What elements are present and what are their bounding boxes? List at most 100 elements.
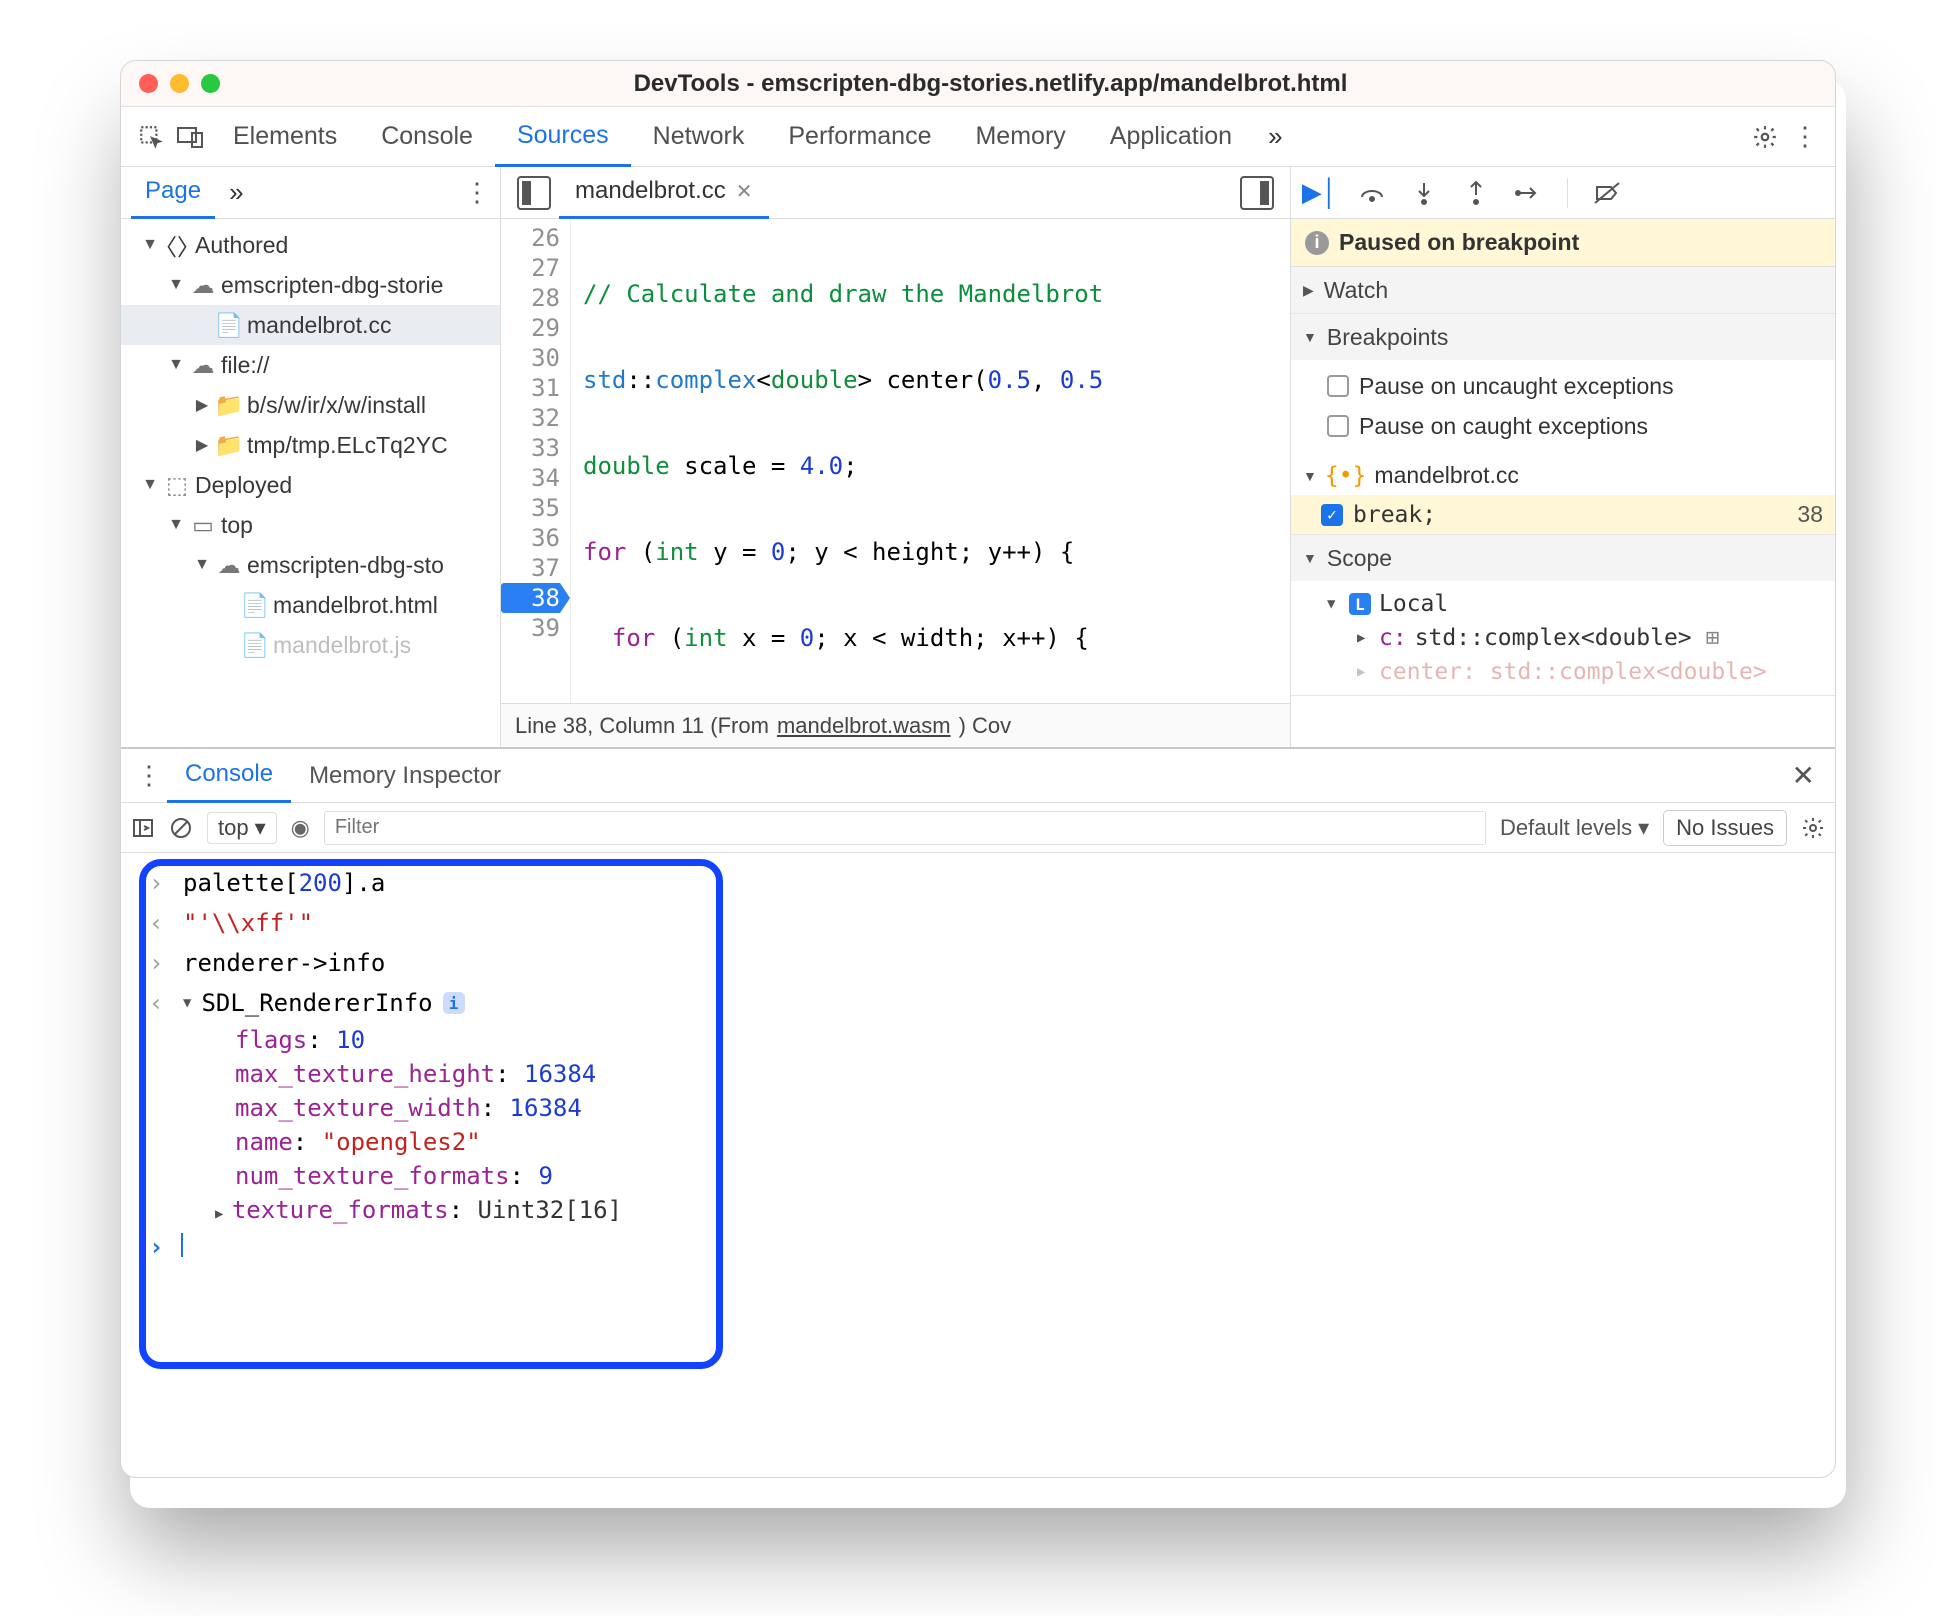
source-map-link[interactable]: mandelbrot.wasm	[777, 713, 951, 739]
tab-memory[interactable]: Memory	[953, 107, 1087, 167]
object-property[interactable]: name: "opengles2"	[235, 1125, 1835, 1159]
tree-group-deployed[interactable]: ▼⬚Deployed	[121, 465, 500, 505]
output-caret-icon: ‹	[149, 909, 169, 937]
object-property[interactable]: num_texture_formats: 9	[235, 1159, 1835, 1193]
step-into-icon[interactable]	[1407, 176, 1441, 210]
tabs-overflow-icon[interactable]: »	[1254, 121, 1296, 152]
pause-caught-checkbox[interactable]: Pause on caught exceptions	[1327, 406, 1823, 446]
pause-uncaught-checkbox[interactable]: Pause on uncaught exceptions	[1327, 366, 1823, 406]
console-filter-input[interactable]	[324, 811, 1486, 845]
toggle-debugger-icon[interactable]	[1240, 176, 1274, 210]
close-window-button[interactable]	[139, 74, 158, 93]
object-property[interactable]: max_texture_height: 16384	[235, 1057, 1835, 1091]
tree-group-authored[interactable]: ▼〈〉Authored	[121, 225, 500, 265]
breakpoint-checkbox[interactable]: ✓	[1321, 504, 1343, 526]
editor: mandelbrot.cc✕ 2627282930313233343536373…	[501, 167, 1291, 747]
close-icon[interactable]: ✕	[736, 179, 753, 204]
console-input-row: › renderer->info	[145, 943, 1835, 983]
console-prompt[interactable]: ›	[145, 1227, 1835, 1267]
inspect-icon[interactable]	[131, 117, 171, 157]
tab-console[interactable]: Console	[359, 107, 495, 167]
tree-domain[interactable]: ▼☁︎emscripten-dbg-storie	[121, 265, 500, 305]
navigator-header: Page » ⋮	[121, 167, 500, 219]
console-input: renderer->info	[183, 949, 385, 977]
scope-variable[interactable]: ▶c: std::complex<double>⊞	[1303, 621, 1823, 655]
nav-overflow-icon[interactable]: »	[215, 177, 257, 208]
drawer-tab-console[interactable]: Console	[167, 749, 291, 803]
gutter[interactable]: 2627282930313233343536373839	[501, 219, 571, 703]
debugger-toolbar: ▶│	[1291, 167, 1835, 219]
section-header[interactable]: ▼Breakpoints	[1291, 314, 1835, 360]
navigator: Page » ⋮ ▼〈〉Authored ▼☁︎emscripten-dbg-s…	[121, 167, 501, 747]
show-console-sidebar-icon[interactable]	[131, 816, 155, 840]
zoom-window-button[interactable]	[201, 74, 220, 93]
editor-tabbar: mandelbrot.cc✕	[501, 167, 1290, 219]
object-properties: flags: 10 max_texture_height: 16384 max_…	[145, 1023, 1835, 1227]
tab-sources[interactable]: Sources	[495, 107, 631, 167]
section-title: Watch	[1324, 277, 1388, 304]
breakpoint-item[interactable]: ✓break;38	[1291, 495, 1835, 534]
tree-file-js[interactable]: 📄mandelbrot.js	[121, 625, 500, 665]
console-output-row: ‹"'\\xff'"	[145, 903, 1835, 943]
kebab-icon[interactable]: ⋮	[464, 177, 490, 208]
tree-file-mandelbrot-cc[interactable]: 📄mandelbrot.cc	[121, 305, 500, 345]
chevron-down-icon: ▾	[1638, 815, 1649, 841]
tree-folder[interactable]: ▶📁tmp/tmp.ELcTq2YC	[121, 425, 500, 465]
tree-frame-top[interactable]: ▼▭top	[121, 505, 500, 545]
tree-folder[interactable]: ▶📁b/s/w/ir/x/w/install	[121, 385, 500, 425]
editor-tab[interactable]: mandelbrot.cc✕	[559, 167, 769, 219]
tab-elements[interactable]: Elements	[211, 107, 359, 167]
step-out-icon[interactable]	[1459, 176, 1493, 210]
tree-label: Authored	[195, 232, 288, 259]
kebab-icon[interactable]: ⋮	[131, 760, 167, 791]
scope-local[interactable]: ▼LLocal	[1303, 587, 1823, 621]
resume-icon[interactable]: ▶│	[1303, 176, 1337, 210]
tree-label: emscripten-dbg-storie	[221, 272, 443, 299]
section-header[interactable]: ▼Scope	[1291, 535, 1835, 581]
local-badge-icon: L	[1349, 593, 1371, 615]
kebab-icon[interactable]: ⋮	[1785, 117, 1825, 157]
tab-network[interactable]: Network	[631, 107, 767, 167]
toggle-navigator-icon[interactable]	[517, 176, 551, 210]
gear-icon[interactable]	[1801, 816, 1825, 840]
deactivate-breakpoints-icon[interactable]	[1590, 176, 1624, 210]
tree-file-html[interactable]: 📄mandelbrot.html	[121, 585, 500, 625]
tab-performance[interactable]: Performance	[766, 107, 953, 167]
code-editor[interactable]: 2627282930313233343536373839 // Calculat…	[501, 219, 1290, 703]
breakpoint-file[interactable]: ▼{•}mandelbrot.cc	[1291, 456, 1835, 495]
checkbox-label: Pause on uncaught exceptions	[1359, 373, 1674, 400]
issues-button[interactable]: No Issues	[1663, 810, 1787, 846]
drawer-tab-memory-inspector[interactable]: Memory Inspector	[291, 749, 519, 803]
device-icon[interactable]	[171, 117, 211, 157]
step-icon[interactable]	[1511, 176, 1545, 210]
scope-variable[interactable]: ▶center: std::complex<double>	[1303, 655, 1823, 689]
tree-file-protocol[interactable]: ▼☁︎file://	[121, 345, 500, 385]
step-over-icon[interactable]	[1355, 176, 1389, 210]
tab-application[interactable]: Application	[1088, 107, 1254, 167]
execution-context-selector[interactable]: top▾	[207, 812, 277, 844]
watch-section[interactable]: ▶Watch	[1291, 267, 1835, 314]
code-area[interactable]: // Calculate and draw the Mandelbrot std…	[571, 219, 1290, 703]
clear-console-icon[interactable]	[169, 816, 193, 840]
object-property[interactable]: ▶ texture_formats: Uint32[16]	[215, 1193, 1835, 1227]
info-badge-icon[interactable]: i	[443, 992, 465, 1014]
tree-label: b/s/w/ir/x/w/install	[247, 392, 426, 419]
object-property[interactable]: flags: 10	[235, 1023, 1835, 1057]
object-property[interactable]: max_texture_width: 16384	[235, 1091, 1835, 1125]
tree-domain[interactable]: ▼☁︎emscripten-dbg-sto	[121, 545, 500, 585]
close-drawer-icon[interactable]: ✕	[1782, 759, 1825, 792]
log-levels-selector[interactable]: Default levels▾	[1500, 815, 1649, 841]
object-header[interactable]: ▼SDL_RendererInfoi	[183, 989, 465, 1017]
navigator-tree: ▼〈〉Authored ▼☁︎emscripten-dbg-storie 📄ma…	[121, 219, 500, 747]
console-output-row: ‹ ▼SDL_RendererInfoi	[145, 983, 1835, 1023]
scope-section: ▼Scope ▼LLocal ▶c: std::complex<double>⊞…	[1291, 535, 1835, 696]
sources-panel: Page » ⋮ ▼〈〉Authored ▼☁︎emscripten-dbg-s…	[121, 167, 1835, 749]
text-cursor	[181, 1233, 183, 1257]
tree-label: mandelbrot.html	[273, 592, 438, 619]
minimize-window-button[interactable]	[170, 74, 189, 93]
gear-icon[interactable]	[1745, 117, 1785, 157]
live-expression-icon[interactable]: ◉	[291, 815, 310, 841]
nav-tab-page[interactable]: Page	[131, 167, 215, 219]
input-caret-icon: ›	[149, 949, 169, 977]
console-body[interactable]: ›palette[200].a ‹"'\\xff'" ›renderer->in…	[121, 853, 1835, 1477]
